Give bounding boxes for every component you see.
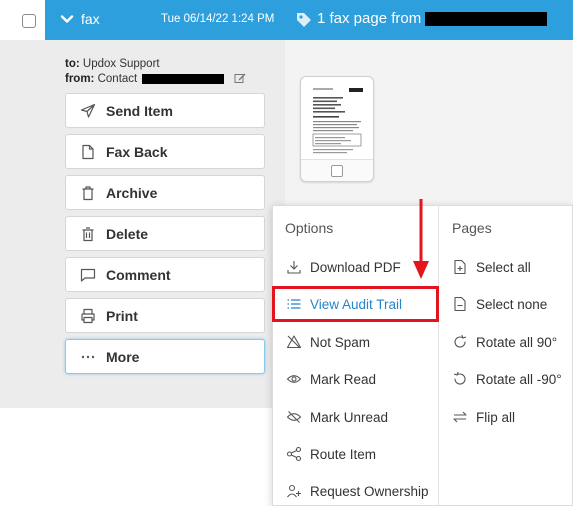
not-spam-label: Not Spam xyxy=(310,334,371,350)
fax-back-label: Fax Back xyxy=(106,143,168,160)
select-none-icon xyxy=(454,296,466,312)
delete-button[interactable]: Delete xyxy=(65,216,265,251)
item-date: Tue 06/14/22 1:24 PM xyxy=(161,13,275,25)
menu-item-rotate-all-90[interactable]: Rotate all 90° xyxy=(452,324,557,360)
left-gutter xyxy=(0,40,45,408)
menu-item-select-none[interactable]: Select none xyxy=(452,286,547,322)
comment-icon xyxy=(80,268,96,282)
to-value: Updox Support xyxy=(82,58,160,70)
comment-button[interactable]: Comment xyxy=(65,257,265,292)
fax-page-preview xyxy=(309,85,367,157)
more-button[interactable]: More xyxy=(65,339,265,374)
redacted-contact xyxy=(142,73,225,84)
flip-icon xyxy=(453,411,467,423)
item-subject: 1 fax page from xyxy=(317,10,548,27)
request-ownership-label: Request Ownership xyxy=(310,483,429,499)
thumbnail-footer xyxy=(301,159,373,181)
select-all-icon xyxy=(454,259,466,275)
rotate-all-90-label: Rotate all 90° xyxy=(476,334,558,350)
download-pdf-label: Download PDF xyxy=(310,259,401,275)
tag-icon xyxy=(297,13,311,27)
chevron-down-icon[interactable] xyxy=(60,12,74,26)
print-label: Print xyxy=(106,307,138,324)
mark-unread-label: Mark Unread xyxy=(310,409,389,425)
item-header[interactable]: fax Tue 06/14/22 1:24 PM 1 fax page from xyxy=(45,0,573,40)
fax-item-view: fax Tue 06/14/22 1:24 PM 1 fax page from… xyxy=(0,0,573,506)
trash-icon xyxy=(82,226,94,241)
user-plus-icon xyxy=(287,484,301,498)
item-subject-text: 1 fax page from xyxy=(317,10,422,27)
menu-item-route-item[interactable]: Route Item xyxy=(286,436,376,472)
printer-icon xyxy=(81,308,95,323)
document-icon xyxy=(82,144,94,159)
eye-slash-icon xyxy=(286,411,302,423)
menu-item-select-all[interactable]: Select all xyxy=(452,249,531,285)
print-button[interactable]: Print xyxy=(65,298,265,333)
ellipsis-icon xyxy=(81,355,95,358)
from-key: from: xyxy=(65,73,95,85)
delete-label: Delete xyxy=(106,225,149,242)
list-icon xyxy=(287,299,301,309)
fax-back-button[interactable]: Fax Back xyxy=(65,134,265,169)
eye-icon xyxy=(286,375,302,383)
menu-item-request-ownership[interactable]: Request Ownership xyxy=(286,473,429,506)
menu-item-mark-read[interactable]: Mark Read xyxy=(286,361,376,397)
row-checkbox[interactable] xyxy=(22,14,36,28)
comment-label: Comment xyxy=(106,266,171,283)
rotate-ccw-icon xyxy=(453,371,466,385)
options-heading: Options xyxy=(285,220,334,236)
menu-item-download-pdf[interactable]: Download PDF xyxy=(286,249,401,285)
page-thumbnail[interactable] xyxy=(300,76,374,182)
archive-label: Archive xyxy=(106,184,158,201)
rotate-cw-icon xyxy=(454,334,467,348)
archive-button[interactable]: Archive xyxy=(65,175,265,210)
view-audit-trail-label: View Audit Trail xyxy=(310,296,403,312)
select-all-label: Select all xyxy=(476,259,531,275)
annotation-arrow-icon xyxy=(413,199,429,279)
menu-item-mark-unread[interactable]: Mark Unread xyxy=(286,399,388,435)
more-label: More xyxy=(106,348,140,365)
from-value: Contact xyxy=(97,73,138,85)
page-checkbox[interactable] xyxy=(331,165,343,177)
menu-item-not-spam[interactable]: Not Spam xyxy=(286,324,370,360)
row-select-cell xyxy=(0,0,45,40)
not-spam-icon xyxy=(286,335,302,349)
send-item-button[interactable]: Send Item xyxy=(65,93,265,128)
rotate-all-minus-90-label: Rotate all -90° xyxy=(476,371,562,387)
select-none-label: Select none xyxy=(476,296,548,312)
menu-item-flip-all[interactable]: Flip all xyxy=(452,399,515,435)
to-line: to: Updox Support xyxy=(65,58,160,70)
to-key: to: xyxy=(65,58,80,70)
menu-divider xyxy=(438,205,439,506)
item-type-label: fax xyxy=(81,11,100,27)
from-line: from: Contact xyxy=(65,72,246,85)
download-icon xyxy=(287,261,301,274)
share-icon xyxy=(286,446,302,462)
menu-item-rotate-all-minus-90[interactable]: Rotate all -90° xyxy=(452,361,562,397)
archive-icon xyxy=(82,185,94,200)
edit-icon[interactable] xyxy=(234,72,246,84)
send-item-label: Send Item xyxy=(106,102,173,119)
route-item-label: Route Item xyxy=(310,446,377,462)
flip-all-label: Flip all xyxy=(476,409,516,425)
redacted-sender xyxy=(425,12,548,27)
mark-read-label: Mark Read xyxy=(310,371,377,387)
send-icon xyxy=(80,103,96,118)
pages-heading: Pages xyxy=(452,220,492,236)
menu-item-view-audit-trail[interactable]: View Audit Trail xyxy=(272,286,439,322)
